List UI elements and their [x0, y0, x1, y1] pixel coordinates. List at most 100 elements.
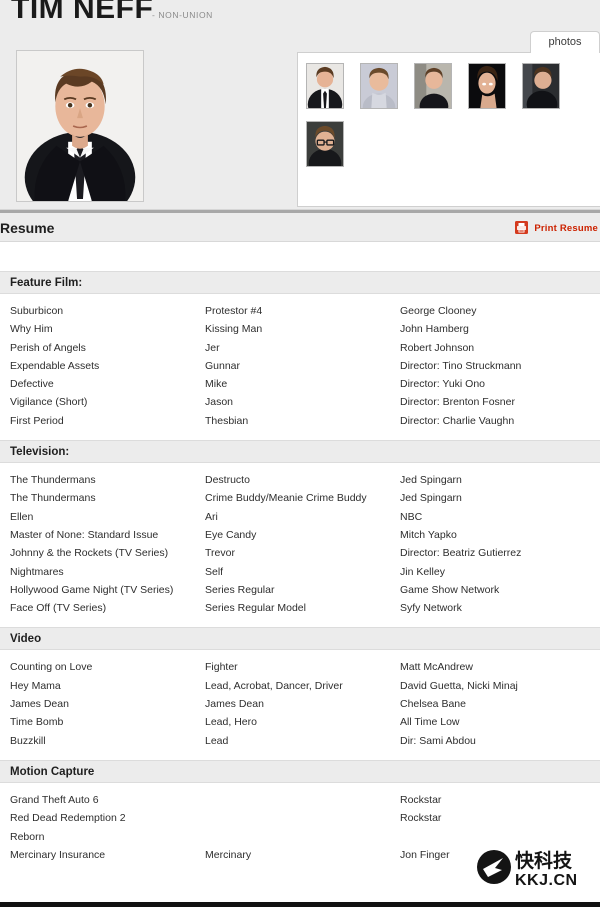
credit-project: Suburbicon [10, 305, 64, 317]
section-spacer [0, 864, 600, 875]
credit-row: Expendable Assets Gunnar Director: Tino St… [0, 357, 600, 375]
credit-project: Vigilance (Short) [10, 396, 88, 409]
bottom-edge-bar [0, 902, 600, 907]
section-spacer [0, 430, 600, 441]
credit-row: Face Off (TV Series) Series Regular Model… [0, 599, 600, 617]
credit-credit: George Clooney [400, 305, 477, 317]
credit-project: Hey Mama [10, 679, 61, 692]
resume-heading: Resume [0, 220, 55, 236]
section-spacer [0, 749, 600, 760]
resume-sections: Feature Film: Suburbicon Protestor #4 Georg… [0, 271, 600, 875]
section-rows: Suburbicon Protestor #4 George Clooney Why … [0, 294, 600, 430]
thumb-suit-white-bg[interactable] [306, 63, 344, 109]
credit-credit: John Hamberg [400, 323, 469, 336]
credit-row: Ellen Ari NBC [0, 508, 600, 526]
credit-credit: Director: Charlie Vaughn [400, 414, 515, 427]
credit-credit: Dir: Sami Abdou [400, 734, 476, 747]
credit-project: Ellen [10, 510, 34, 523]
headshot-photo[interactable] [16, 50, 144, 202]
photos-panel [297, 52, 600, 207]
credit-row: Counting on Love Fighter Matt McAndrew [0, 658, 600, 676]
thumb-grey-shirt[interactable] [360, 63, 398, 109]
credit-role: Mercinary [205, 848, 252, 861]
credit-role: Lead [205, 734, 229, 747]
credit-credit: Mitch Yapko [400, 528, 457, 541]
credit-project: The Thundermans [10, 492, 96, 505]
section-title: Television: [0, 440, 600, 464]
thumbnail-image [307, 122, 343, 166]
credit-row: Johnny & the Rockets (TV Series) Trevor Di… [0, 544, 600, 562]
resume-section-bar: Resume Print Resume [0, 213, 600, 242]
credit-credit: Director: Tino Struckmann [400, 359, 522, 372]
print-resume-button[interactable]: Print Resume [514, 221, 598, 234]
section-title: Feature Film: [0, 271, 600, 294]
credit-project: Reborn [10, 830, 45, 843]
credit-project: Mercinary Insurance [10, 848, 106, 861]
credit-role: Lead, Acrobat, Dancer, Driver [205, 679, 343, 692]
credit-row: Suburbicon Protestor #4 George Clooney [0, 302, 600, 320]
credit-project: Johnny & the Rockets (TV Series) [10, 547, 169, 560]
credit-project: Defective [10, 378, 54, 391]
credit-credit: Rockstar [400, 793, 442, 806]
resume-spacer [0, 242, 600, 271]
credit-credit: Chelsea Bane [400, 698, 466, 711]
tab-photos[interactable]: photos [530, 31, 600, 53]
credit-project: Buzzkill [10, 734, 46, 747]
section-spacer [0, 617, 600, 628]
credit-row: The Thundermans Crime Buddy/Meanie Crime … [0, 489, 600, 507]
credit-row: Vigilance (Short) Jason Director: Brenton … [0, 393, 600, 411]
credit-project: Hollywood Game Night (TV Series) [10, 583, 174, 596]
thumb-dark-profile[interactable] [522, 63, 560, 109]
credit-row: Red Dead Redemption 2 Rockstar [0, 809, 600, 827]
resume-section: Feature Film: Suburbicon Protestor #4 Georg… [0, 271, 600, 430]
credit-project: James Dean [10, 698, 69, 711]
credit-credit: Jed Spingarn [400, 474, 462, 487]
credit-role: Fighter [205, 661, 238, 674]
credit-credit: Jin Kelley [400, 565, 445, 578]
credit-project: Master of None: Standard Issue [10, 528, 159, 541]
svg-text:KKJ.CN: KKJ.CN [515, 872, 578, 889]
thumbnail-image [415, 64, 451, 108]
credit-project: Why Him [10, 323, 53, 336]
credit-role: Ari [205, 510, 218, 523]
credit-project: Perish of Angels [10, 341, 86, 354]
credit-role: Eye Candy [205, 528, 257, 541]
credit-credit: All Time Low [400, 716, 460, 729]
credit-role: Self [205, 565, 224, 578]
credit-role: Series Regular Model [205, 602, 306, 615]
credit-credit: Director: Yuki Ono [400, 378, 486, 391]
credit-row: Hollywood Game Night (TV Series) Series R… [0, 581, 600, 599]
credit-role: Jer [205, 341, 220, 354]
credit-row: Buzzkill Lead Dir: Sami Abdou [0, 732, 600, 750]
credit-project: First Period [10, 414, 64, 427]
credit-credit: Jed Spingarn [400, 492, 462, 505]
thumb-glasses[interactable] [306, 121, 344, 167]
credit-role: Crime Buddy/Meanie Crime Buddy [205, 492, 367, 505]
credit-role: Protestor #4 [205, 305, 263, 317]
thumb-black-tee[interactable] [414, 63, 452, 109]
thumb-dark-portrait[interactable] [468, 63, 506, 109]
photo-thumbnail-grid [306, 63, 596, 179]
section-rows: Counting on Love Fighter Matt McAndrew Hey … [0, 650, 600, 749]
printer-icon [514, 221, 528, 234]
credit-credit: Syfy Network [400, 602, 462, 615]
credit-row: Nightmares Self Jin Kelley [0, 563, 600, 581]
section-rows: Grand Theft Auto 6 Rockstar Red Dead Redem… [0, 783, 600, 864]
credit-credit: Robert Johnson [400, 341, 475, 354]
credit-row: Why Him Kissing Man John Hamberg [0, 320, 600, 338]
credit-role: Jason [205, 396, 234, 409]
page-title: TIM NEFF [11, 0, 154, 25]
resume-section: Motion Capture Grand Theft Auto 6 Rockstar… [0, 759, 600, 864]
credit-role: Trevor [205, 547, 235, 560]
credit-row: Master of None: Standard Issue Eye Candy M… [0, 526, 600, 544]
section-rows: The Thundermans Destructo Jed Spingarn The … [0, 463, 600, 617]
resume-section: Television: The Thundermans Destructo Jed S… [0, 440, 600, 617]
credit-role: Gunnar [205, 359, 241, 372]
credit-project: Expendable Assets [10, 359, 100, 372]
credit-role: Thesbian [205, 414, 249, 427]
thumbnail-image [307, 64, 343, 108]
credit-role: Kissing Man [205, 323, 263, 336]
credit-row: Mercinary Insurance Mercinary Jon Finger [0, 846, 600, 864]
print-resume-label: Print Resume [534, 223, 598, 234]
profile-header: TIM NEFF - NON-UNION photos [0, 0, 600, 213]
